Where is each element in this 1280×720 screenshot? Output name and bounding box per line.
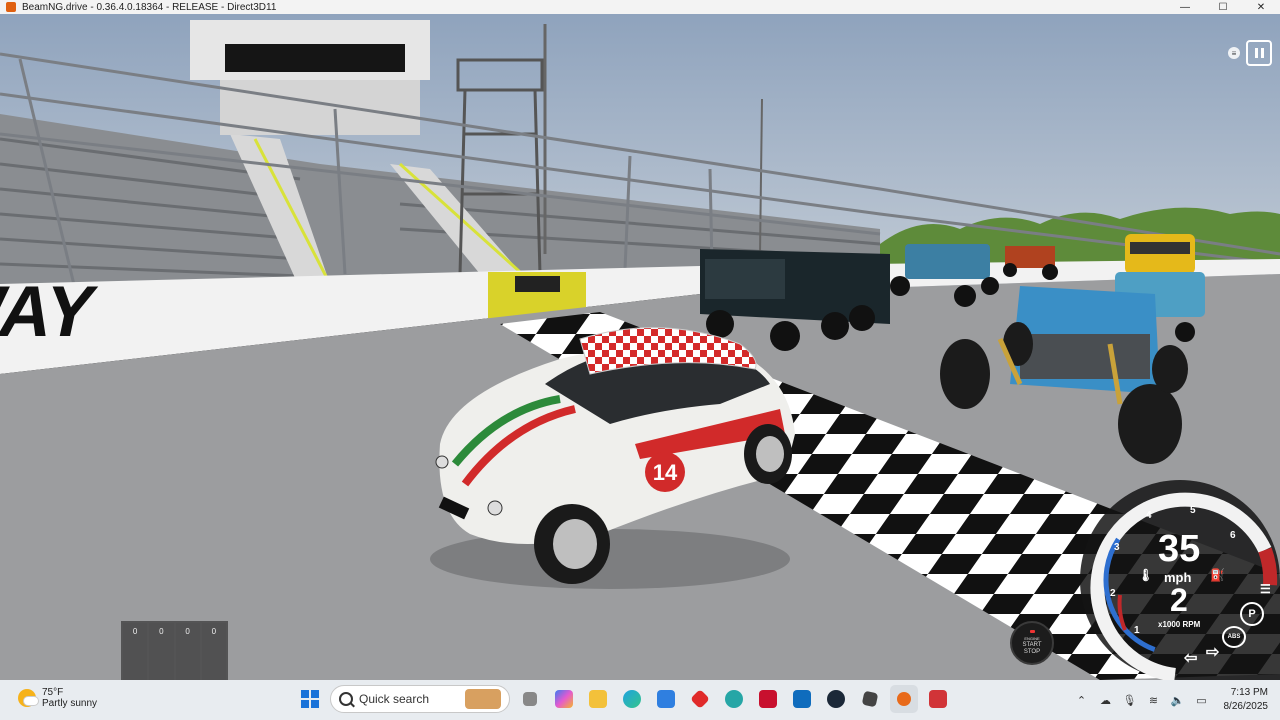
taskbar-search-box[interactable]: Quick search [330, 685, 510, 713]
file-explorer-button[interactable] [584, 685, 612, 713]
rpm-label: x1000 RPM [1158, 620, 1201, 629]
windows-logo-icon [301, 690, 319, 708]
chevron-up-icon[interactable]: ⌃ [1074, 694, 1090, 707]
edge-icon [623, 690, 641, 708]
pedal-throttle: 0 throt [175, 623, 200, 680]
tips-app-button[interactable] [720, 685, 748, 713]
gauge-tick-5: 5 [1190, 505, 1196, 516]
turn-signal-right-icon[interactable]: ⇨ [1206, 642, 1219, 662]
steam-button[interactable] [822, 685, 850, 713]
pause-button[interactable] [1246, 40, 1272, 66]
search-icon [339, 692, 353, 706]
snipping-tool-button[interactable] [924, 685, 952, 713]
pause-icon-bar [1254, 48, 1258, 58]
temperature-icon: 🌡 [1138, 568, 1154, 582]
steam-icon [827, 690, 845, 708]
taskbar-clock[interactable]: 7:13 PM 8/26/2025 [1224, 686, 1269, 714]
gear-indicator: 2 [1170, 582, 1188, 618]
wall-lettering: WAY [0, 272, 103, 352]
copilot-button[interactable] [550, 685, 578, 713]
microphone-icon[interactable]: 🎙 [1122, 694, 1138, 707]
window-title-bar: BeamNG.drive - 0.36.4.0.18364 - RELEASE … [0, 0, 1280, 14]
car-number-decal: 14 [653, 460, 678, 485]
headlight-icon: ☰ [1260, 582, 1271, 596]
close-button[interactable]: ✕ [1242, 0, 1280, 14]
start-button[interactable] [296, 685, 324, 713]
weather-temperature: 75°F [42, 687, 64, 698]
outlook-button[interactable] [788, 685, 816, 713]
engine-indicator-icon [1029, 630, 1035, 633]
speedometer-gauge: 1 2 3 4 5 6 35 mph 2 x1000 RPM ⛽ 🌡 ☰ P A… [1080, 480, 1280, 680]
snipping-tool-icon [929, 690, 947, 708]
search-highlight-icon [465, 689, 501, 709]
gauge-tick-1: 1 [1134, 625, 1140, 636]
cloud-icon[interactable]: ☁ [1098, 694, 1114, 707]
school-bus [1125, 234, 1195, 274]
partly-sunny-icon [18, 689, 38, 707]
park-brake-indicator: P [1240, 602, 1264, 626]
wifi-icon[interactable]: ≋ [1146, 694, 1162, 707]
pedal-input-widget: 0 clutch 0 brake 0 throt 0 p-brk [121, 621, 228, 680]
beamng-taskbar-button[interactable] [890, 685, 918, 713]
copilot-icon [555, 690, 573, 708]
window-title: BeamNG.drive - 0.36.4.0.18364 - RELEASE … [22, 1, 277, 13]
volume-icon[interactable]: 🔈 [1170, 694, 1186, 707]
gauge-tick-3: 3 [1114, 542, 1120, 553]
task-view-button[interactable] [516, 685, 544, 713]
abs-indicator: ABS [1222, 626, 1246, 648]
search-placeholder: Quick search [359, 692, 430, 706]
system-tray: ⌃ ☁ 🎙 ≋ 🔈 ▭ 7:13 PM 8/26/2025 [1074, 680, 1280, 720]
engine-start-stop-button[interactable]: ENGINE START STOP [1010, 621, 1054, 665]
pause-icon-bar [1260, 48, 1264, 58]
windows-taskbar: 75°F Partly sunny Quick search ⌃ ☁ 🎙 ≋ 🔈… [0, 680, 1280, 720]
folder-icon [589, 690, 607, 708]
gauge-tick-6: 6 [1230, 530, 1236, 541]
red-app-button[interactable] [686, 685, 714, 713]
lightbulb-icon [725, 690, 743, 708]
turn-signal-left-icon[interactable]: ⇦ [1184, 648, 1197, 668]
speed-value: 35 [1158, 528, 1201, 570]
shield-icon [759, 690, 777, 708]
red-diamond-icon [690, 689, 710, 709]
pedal-parking-brake: 0 p-brk [201, 623, 226, 680]
store-icon [657, 690, 675, 708]
taskbar-apps: Quick search [296, 685, 952, 713]
task-view-icon [523, 692, 537, 706]
outlook-icon [793, 690, 811, 708]
gauge-tick-2: 2 [1110, 588, 1116, 599]
battery-icon[interactable]: ▭ [1194, 694, 1210, 707]
fuel-icon: ⛽ [1210, 568, 1225, 582]
gauge-tick-4: 4 [1146, 510, 1152, 521]
beamng-app-icon [6, 2, 16, 12]
weather-description: Partly sunny [42, 698, 98, 709]
edge-button[interactable] [618, 685, 646, 713]
roblox-button[interactable] [856, 685, 884, 713]
hud-top-right: ≡ [1228, 40, 1272, 66]
menu-icon[interactable]: ≡ [1228, 47, 1240, 59]
roblox-icon [861, 690, 879, 708]
minimize-button[interactable]: — [1166, 0, 1204, 14]
maximize-button[interactable]: ☐ [1204, 0, 1242, 14]
mcafee-button[interactable] [754, 685, 782, 713]
weather-widget[interactable]: 75°F Partly sunny [18, 687, 97, 709]
beamng-icon [897, 692, 911, 706]
clock-time: 7:13 PM [1230, 687, 1268, 698]
clock-date: 8/26/2025 [1223, 701, 1269, 712]
redline-arc [1258, 547, 1278, 586]
pedal-brake: 0 brake [149, 623, 174, 680]
pedal-clutch: 0 clutch [123, 623, 148, 680]
store-button[interactable] [652, 685, 680, 713]
